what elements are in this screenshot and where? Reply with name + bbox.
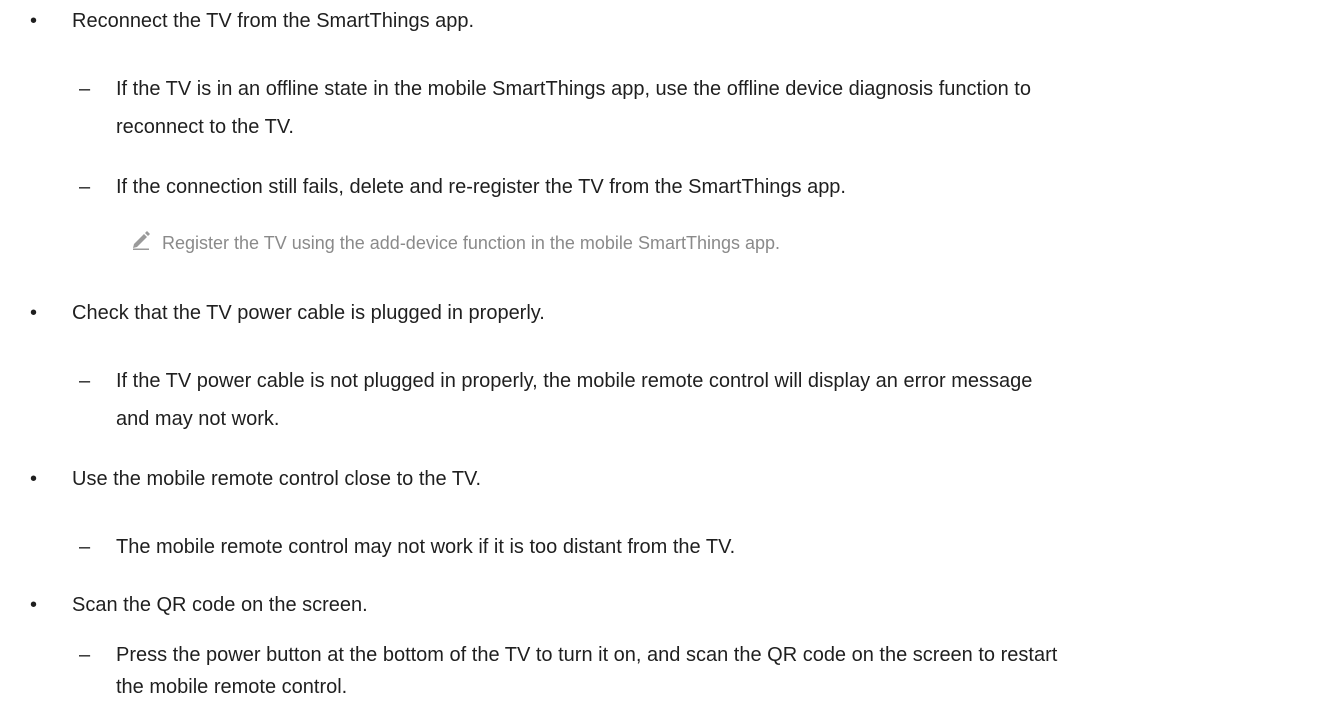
dash-marker: – — [79, 78, 91, 100]
sub-item-line: If the TV is in an offline state in the … — [116, 78, 1031, 100]
note-text: Register the TV using the add-device fun… — [162, 233, 781, 253]
bullet-text: Use the mobile remote control close to t… — [72, 468, 482, 490]
sub-item-line: reconnect to the TV. — [116, 116, 294, 138]
document-page: • Reconnect the TV from the SmartThings … — [0, 0, 1343, 713]
bullet-text: Check that the TV power cable is plugged… — [72, 302, 545, 324]
sub-item-line: If the connection still fails, delete an… — [116, 176, 846, 198]
sub-item-line: Press the power button at the bottom of … — [116, 644, 1058, 666]
bullet-text: Reconnect the TV from the SmartThings ap… — [72, 10, 475, 32]
dash-marker: – — [79, 536, 91, 558]
sub-item-line: and may not work. — [116, 408, 280, 430]
bullet-marker: • — [30, 594, 38, 616]
dash-marker: – — [79, 176, 91, 198]
bullet-text: Scan the QR code on the screen. — [72, 594, 368, 616]
pencil-icon — [133, 231, 150, 250]
dash-marker: – — [79, 370, 91, 392]
sub-item-line: If the TV power cable is not plugged in … — [116, 370, 1033, 392]
sub-item-line: the mobile remote control. — [116, 676, 348, 698]
dash-marker: – — [79, 644, 91, 666]
bullet-marker: • — [30, 302, 38, 324]
bullet-marker: • — [30, 10, 38, 32]
bullet-marker: • — [30, 468, 38, 490]
sub-item-line: The mobile remote control may not work i… — [116, 536, 736, 558]
